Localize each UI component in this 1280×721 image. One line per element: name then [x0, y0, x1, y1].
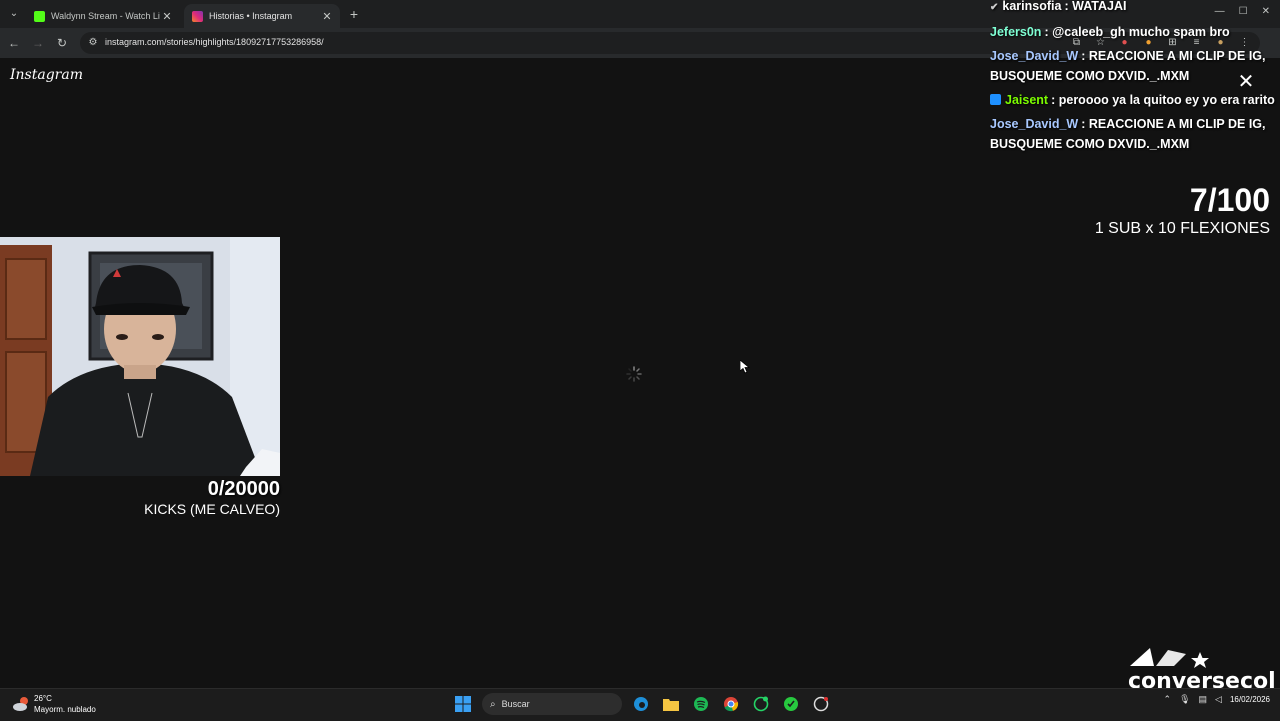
reload-button[interactable]: ↻: [54, 35, 70, 51]
subs-goal: 7/100 1 SUB x 10 FLEXIONES: [1040, 182, 1270, 240]
weather-condition: Mayorm. nublado: [34, 705, 96, 714]
obs-icon[interactable]: [810, 693, 832, 715]
url-text[interactable]: instagram.com/stories/highlights/1809271…: [105, 37, 324, 47]
chat-username: karinsofia: [1002, 0, 1062, 13]
chat-message: Jose_David_W: REACCIONE A MI CLIP DE IG,…: [990, 114, 1275, 154]
instagram-logo[interactable]: Instagram: [10, 67, 83, 83]
brand-text: conversecol: [1128, 669, 1276, 690]
kicks-goal: 0/20000 KICKS (ME CALVEO): [120, 478, 280, 518]
loading-spinner-icon: [626, 366, 642, 382]
file-explorer-icon[interactable]: [660, 693, 682, 715]
subs-goal-label: 1 SUB x 10 FLEXIONES: [1094, 220, 1270, 237]
chat-message: Jaisent: peroooo ya la quitoo ey yo era …: [990, 90, 1275, 110]
tab-search-icon[interactable]: ⌄: [6, 6, 22, 22]
spotify-icon[interactable]: [690, 693, 712, 715]
kick-favicon-icon: [34, 10, 45, 22]
close-tab-icon[interactable]: ✕: [160, 10, 174, 23]
back-button[interactable]: ←: [6, 35, 22, 51]
chat-text: : peroooo ya la quitoo ey yo era rarito: [1051, 93, 1275, 107]
chat-text: : WATAJAI: [1064, 0, 1127, 13]
webcam-feed: [0, 237, 280, 476]
tab-instagram[interactable]: Historias • Instagram ✕: [184, 4, 340, 28]
mouse-cursor-icon: [740, 360, 750, 374]
tab-title: Historias • Instagram: [209, 11, 293, 21]
weather-temperature: 26°C: [34, 694, 52, 703]
microphone-icon[interactable]: 🎙︎: [1179, 694, 1190, 705]
taskbar-clock[interactable]: 16/02/2026: [1230, 695, 1270, 705]
edge-icon[interactable]: [630, 693, 652, 715]
whatsapp-icon[interactable]: [750, 693, 772, 715]
system-tray: ⌃ 🎙︎ ▤ ◁ 16/02/2026: [1164, 694, 1270, 705]
chat-message: Jose_David_W: REACCIONE A MI CLIP DE IG,…: [990, 46, 1275, 86]
site-info-icon[interactable]: ⚙: [86, 36, 100, 50]
search-placeholder: Buscar: [501, 699, 530, 709]
streamer-webcam-image: [0, 237, 280, 476]
subscriber-badge-icon: [990, 94, 1001, 105]
stream-chat: ✔ karinsofia: WATAJAI Jefers0n: @caleeb_g…: [990, 0, 1275, 158]
weather-widget[interactable]: 26°C Mayorm. nublado: [12, 693, 96, 715]
chat-username: Jaisent: [1005, 93, 1049, 107]
verified-badge-icon: ✔: [990, 2, 999, 13]
chat-username: Jefers0n: [990, 25, 1042, 39]
tab-kick-stream[interactable]: Waldynn Stream - Watch Live o ✕: [26, 4, 180, 28]
chat-username: Jose_David_W: [990, 117, 1079, 131]
tab-title: Waldynn Stream - Watch Live o: [51, 11, 160, 21]
kicks-goal-label: KICKS (ME CALVEO): [144, 501, 280, 517]
new-tab-button[interactable]: +: [346, 6, 362, 22]
chrome-icon[interactable]: [720, 693, 742, 715]
chat-message: Jefers0n: @caleeb_gh mucho spam bro: [990, 22, 1275, 42]
subs-goal-count: 7/100: [1189, 182, 1270, 218]
instagram-favicon-icon: [192, 10, 203, 22]
app-icon[interactable]: [780, 693, 802, 715]
chat-text: : @caleeb_gh mucho spam bro: [1044, 25, 1230, 39]
taskbar-search[interactable]: ⌕ Buscar: [482, 693, 622, 715]
volume-icon[interactable]: ◁: [1215, 694, 1222, 705]
windows-start-icon[interactable]: [452, 693, 474, 715]
chat-username: Jose_David_W: [990, 49, 1079, 63]
network-icon[interactable]: ▤: [1199, 694, 1208, 705]
taskbar-date: 16/02/2026: [1229, 694, 1270, 704]
chat-message: ✔ karinsofia: WATAJAI: [990, 0, 1275, 18]
tray-overflow-icon[interactable]: ⌃: [1164, 694, 1172, 705]
forward-button[interactable]: →: [30, 35, 46, 51]
kicks-goal-count: 0/20000: [207, 478, 280, 500]
cloudy-weather-icon: [13, 697, 28, 711]
conversecol-logo: conversecol: [1128, 648, 1276, 690]
taskbar-apps: ⌕ Buscar: [452, 693, 832, 715]
search-icon: ⌕: [490, 698, 496, 710]
windows-taskbar: 26°C Mayorm. nublado ⌕ Buscar ⌃ 🎙︎ ▤ ◁ 1…: [0, 688, 1280, 721]
close-tab-icon[interactable]: ✕: [320, 10, 334, 23]
